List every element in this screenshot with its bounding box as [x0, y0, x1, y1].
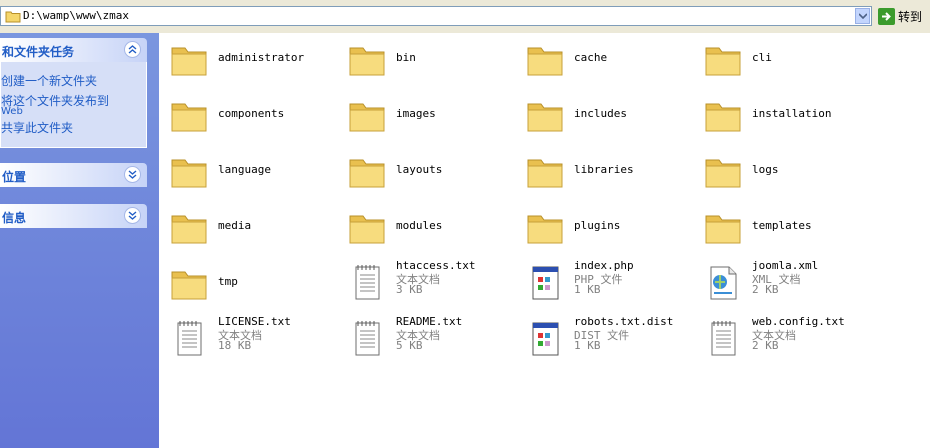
item-name: language [218, 163, 271, 176]
item-name: tmp [218, 275, 238, 288]
item-size: 3 KB [396, 283, 423, 296]
text-document-icon [703, 319, 743, 359]
folder-icon [169, 263, 209, 303]
panel-title: 位置 [2, 170, 27, 184]
file-item[interactable]: robots.txt.dist DIST 文件 1 KB [517, 315, 695, 365]
file-item[interactable]: LICENSE.txt 文本文档 18 KB [161, 315, 339, 365]
folder-item[interactable]: layouts [339, 147, 517, 197]
item-name: cache [574, 51, 608, 64]
folder-icon [169, 151, 209, 191]
folder-item[interactable]: cache [517, 35, 695, 85]
task-create-folder[interactable]: 创建一个新文件夹 [1, 72, 97, 89]
folder-icon [703, 207, 743, 247]
task-publish-folder-web[interactable]: Web [1, 106, 23, 117]
folder-item[interactable]: includes [517, 91, 695, 141]
folder-icon [347, 151, 387, 191]
item-name: templates [752, 219, 812, 232]
item-name: components [218, 107, 285, 120]
folder-icon [347, 95, 387, 135]
folder-icon [5, 10, 21, 26]
folder-item[interactable]: tmp [161, 259, 339, 309]
folder-item[interactable]: logs [695, 147, 873, 197]
collapse-up-icon[interactable] [124, 41, 141, 58]
item-name: includes [574, 107, 627, 120]
folder-icon [347, 39, 387, 79]
file-item[interactable]: joomla.xml XML 文档 2 KB [695, 259, 873, 309]
folder-item[interactable]: bin [339, 35, 517, 85]
folder-item[interactable]: plugins [517, 203, 695, 253]
item-size: 1 KB [574, 283, 601, 296]
dist-file-icon [525, 319, 565, 359]
address-path[interactable]: D:\wamp\www\zmax [23, 9, 129, 22]
php-file-icon [525, 263, 565, 303]
item-name: bin [396, 51, 416, 64]
item-name: modules [396, 219, 443, 232]
folder-icon [703, 151, 743, 191]
item-name: logs [752, 163, 779, 176]
folder-item[interactable]: language [161, 147, 339, 197]
folder-item[interactable]: cli [695, 35, 873, 85]
chevron-down-icon [858, 13, 867, 19]
xml-document-icon [703, 263, 743, 303]
folder-icon [703, 39, 743, 79]
expand-down-icon[interactable] [124, 166, 141, 183]
folder-item[interactable]: media [161, 203, 339, 253]
file-item[interactable]: web.config.txt 文本文档 2 KB [695, 315, 873, 365]
folder-icon [347, 207, 387, 247]
folder-item[interactable]: modules [339, 203, 517, 253]
details-header[interactable]: 信息 [0, 204, 147, 228]
item-size: 2 KB [752, 283, 779, 296]
file-list-view: administrator bin cache cli components i… [159, 33, 930, 448]
folder-item[interactable]: components [161, 91, 339, 141]
item-size: 18 KB [218, 339, 252, 352]
item-name: installation [752, 107, 832, 120]
text-document-icon [347, 319, 387, 359]
item-name: libraries [574, 163, 634, 176]
arrow-right-icon [878, 7, 895, 25]
folder-icon [703, 95, 743, 135]
folder-icon [169, 39, 209, 79]
item-name: cli [752, 51, 772, 64]
folder-item[interactable]: libraries [517, 147, 695, 197]
item-name: layouts [396, 163, 443, 176]
folder-item[interactable]: administrator [161, 35, 339, 85]
go-button[interactable]: 转到 [878, 6, 922, 26]
item-name: media [218, 219, 252, 232]
folder-icon [169, 95, 209, 135]
go-label: 转到 [898, 9, 923, 24]
file-folder-tasks-body: 创建一个新文件夹 将这个文件夹发布到 Web 共享此文件夹 [0, 62, 147, 148]
address-bar: D:\wamp\www\zmax 转到 [0, 0, 930, 34]
file-item[interactable]: README.txt 文本文档 5 KB [339, 315, 517, 365]
folder-item[interactable]: installation [695, 91, 873, 141]
folder-icon [525, 207, 565, 247]
folder-item[interactable]: templates [695, 203, 873, 253]
folder-icon [525, 151, 565, 191]
other-places-header[interactable]: 位置 [0, 163, 147, 187]
item-size: 2 KB [752, 339, 779, 352]
address-field[interactable]: D:\wamp\www\zmax [0, 6, 872, 26]
panel-title: 信息 [2, 211, 27, 225]
address-dropdown-button[interactable] [855, 8, 870, 24]
text-document-icon [169, 319, 209, 359]
item-size: 5 KB [396, 339, 423, 352]
expand-down-icon[interactable] [124, 207, 141, 224]
folder-icon [525, 39, 565, 79]
file-item[interactable]: index.php PHP 文件 1 KB [517, 259, 695, 309]
item-name: images [396, 107, 436, 120]
folder-icon [169, 207, 209, 247]
file-folder-tasks-header[interactable]: 和文件夹任务 [0, 38, 147, 62]
item-name: administrator [218, 51, 305, 64]
panel-title: 和文件夹任务 [2, 45, 75, 59]
file-item[interactable]: htaccess.txt 文本文档 3 KB [339, 259, 517, 309]
task-pane: 和文件夹任务 创建一个新文件夹 将这个文件夹发布到 Web 共享此文件夹 位置 … [0, 33, 159, 448]
item-size: 1 KB [574, 339, 601, 352]
text-document-icon [347, 263, 387, 303]
folder-icon [525, 95, 565, 135]
item-name: plugins [574, 219, 621, 232]
task-share-folder[interactable]: 共享此文件夹 [1, 119, 73, 136]
folder-item[interactable]: images [339, 91, 517, 141]
